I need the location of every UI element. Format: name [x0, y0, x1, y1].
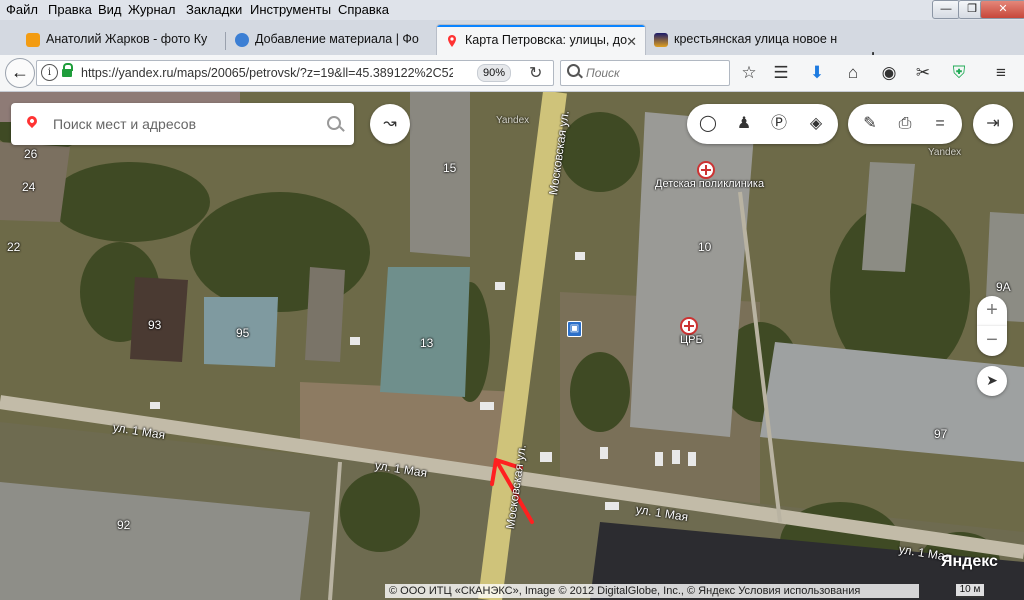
watermark: Yandex	[928, 147, 962, 158]
tool-controls: ✎ ⎙ =	[848, 104, 962, 144]
hospital-icon[interactable]	[680, 317, 698, 335]
menu-bar: Файл Правка Вид Журнал Закладки Инструме…	[0, 0, 1024, 20]
tab-label: Анатолий Жарков - фото Ку	[46, 32, 208, 46]
reload-icon[interactable]: ↻	[529, 63, 542, 83]
house-number: 95	[236, 326, 250, 340]
parking-icon[interactable]: Ⓟ	[762, 104, 796, 144]
layer-controls: ◯ ♟ Ⓟ ◈	[687, 104, 838, 144]
reader-list-icon[interactable]: ☰	[770, 62, 792, 84]
bookmark-star-icon[interactable]: ☆	[738, 62, 760, 84]
minimize-icon[interactable]: —	[932, 0, 960, 19]
watermark: Yandex	[496, 115, 530, 126]
shield-icon[interactable]: ⛨	[948, 62, 970, 84]
tab-label: Добавление материала | Фо	[255, 32, 419, 46]
zoom-in-icon[interactable]: +	[977, 296, 1007, 326]
tab-bar: Анатолий Жарков - фото Ку Добавление мат…	[0, 20, 1024, 70]
house-number: 22	[7, 240, 21, 254]
back-icon[interactable]: ←	[5, 58, 35, 88]
nav-bar: ← i https://yandex.ru/maps/20065/petrovs…	[0, 55, 1024, 92]
house-number: 93	[148, 318, 162, 332]
map-pin-icon	[24, 113, 40, 129]
screenshot-icon[interactable]: ✂	[912, 62, 934, 84]
layers-icon[interactable]: ◈	[799, 104, 833, 144]
lock-icon	[62, 63, 73, 77]
login-icon[interactable]: ⇥	[973, 104, 1013, 144]
tab-label: крестьянская улица новое н	[674, 32, 838, 46]
search-icon	[567, 64, 580, 77]
close-window-icon[interactable]: ✕	[980, 0, 1024, 19]
print-icon[interactable]: ⎙	[888, 104, 922, 144]
globe-icon	[235, 33, 249, 47]
hamburger-menu-icon[interactable]: ≡	[990, 62, 1012, 84]
route-icon[interactable]: ↝	[370, 104, 410, 144]
menu-tools[interactable]: Инструменты	[250, 2, 331, 17]
tab-add-material[interactable]: Добавление материала | Фо	[227, 26, 433, 55]
zoom-out-icon[interactable]: −	[977, 326, 1007, 356]
menu-history[interactable]: Журнал	[128, 2, 175, 17]
house-number: 97	[934, 427, 948, 441]
map-search-placeholder: Поиск мест и адресов	[53, 116, 197, 132]
info-icon[interactable]: i	[41, 64, 58, 81]
bus-stop-icon[interactable]: ▣	[567, 321, 582, 337]
panorama-icon[interactable]: ♟	[727, 104, 761, 144]
yandex-logo: Яндекс	[941, 553, 998, 570]
image-icon	[654, 33, 668, 47]
satellite-map[interactable]: 26 24 22 93 95 15 13 10 9А 97 92 Московс…	[0, 92, 1024, 600]
traffic-icon[interactable]: ◯	[691, 104, 725, 144]
search-icon[interactable]	[327, 116, 341, 130]
tab-krestyanskaya[interactable]: крестьянская улица новое н	[646, 26, 852, 55]
tab-label: Карта Петровска: улицы, до	[465, 33, 628, 47]
menu-edit[interactable]: Правка	[48, 2, 92, 17]
house-number: 15	[443, 161, 457, 175]
tab-zharkov[interactable]: Анатолий Жарков - фото Ку	[18, 26, 224, 55]
house-number: 26	[24, 147, 38, 161]
menu-help[interactable]: Справка	[338, 2, 389, 17]
search-placeholder: Поиск	[586, 66, 620, 80]
house-number: 9А	[996, 280, 1011, 294]
url-bar[interactable]: i https://yandex.ru/maps/20065/petrovsk/…	[36, 60, 554, 86]
poi-label[interactable]: Детская поликлиника	[655, 178, 764, 190]
ruler-icon[interactable]: ✎	[853, 104, 887, 144]
clinic-icon[interactable]	[697, 161, 715, 179]
menu-file[interactable]: Файл	[6, 2, 38, 17]
home-icon[interactable]: ⌂	[842, 62, 864, 84]
more-icon[interactable]: =	[923, 104, 957, 144]
close-tab-icon[interactable]: ✕	[626, 34, 637, 50]
download-icon[interactable]: ⬇	[806, 62, 828, 84]
map-pin-icon	[445, 34, 459, 48]
map-search-input[interactable]: Поиск мест и адресов	[11, 103, 354, 145]
geolocation-icon[interactable]: ➤	[977, 366, 1007, 396]
house-number: 10	[698, 240, 712, 254]
house-number: 92	[117, 518, 131, 532]
ok-icon	[26, 33, 40, 47]
url-text[interactable]: https://yandex.ru/maps/20065/petrovsk/?z…	[81, 66, 453, 80]
house-number: 24	[22, 180, 36, 194]
house-number: 13	[420, 336, 434, 350]
pocket-icon[interactable]: ◉	[878, 62, 900, 84]
scale-bar: 10 м	[956, 584, 984, 598]
menu-bookmarks[interactable]: Закладки	[186, 2, 242, 17]
tab-map-petrovsk[interactable]: Карта Петровска: улицы, до ✕	[436, 24, 646, 56]
search-input[interactable]: Поиск	[560, 60, 730, 86]
zoom-indicator[interactable]: 90%	[477, 64, 511, 82]
menu-view[interactable]: Вид	[98, 2, 122, 17]
poi-label[interactable]: ЦРБ	[680, 334, 703, 346]
copyright-text[interactable]: © ООО ИТЦ «СКАНЭКС», Image © 2012 Digita…	[385, 584, 919, 598]
